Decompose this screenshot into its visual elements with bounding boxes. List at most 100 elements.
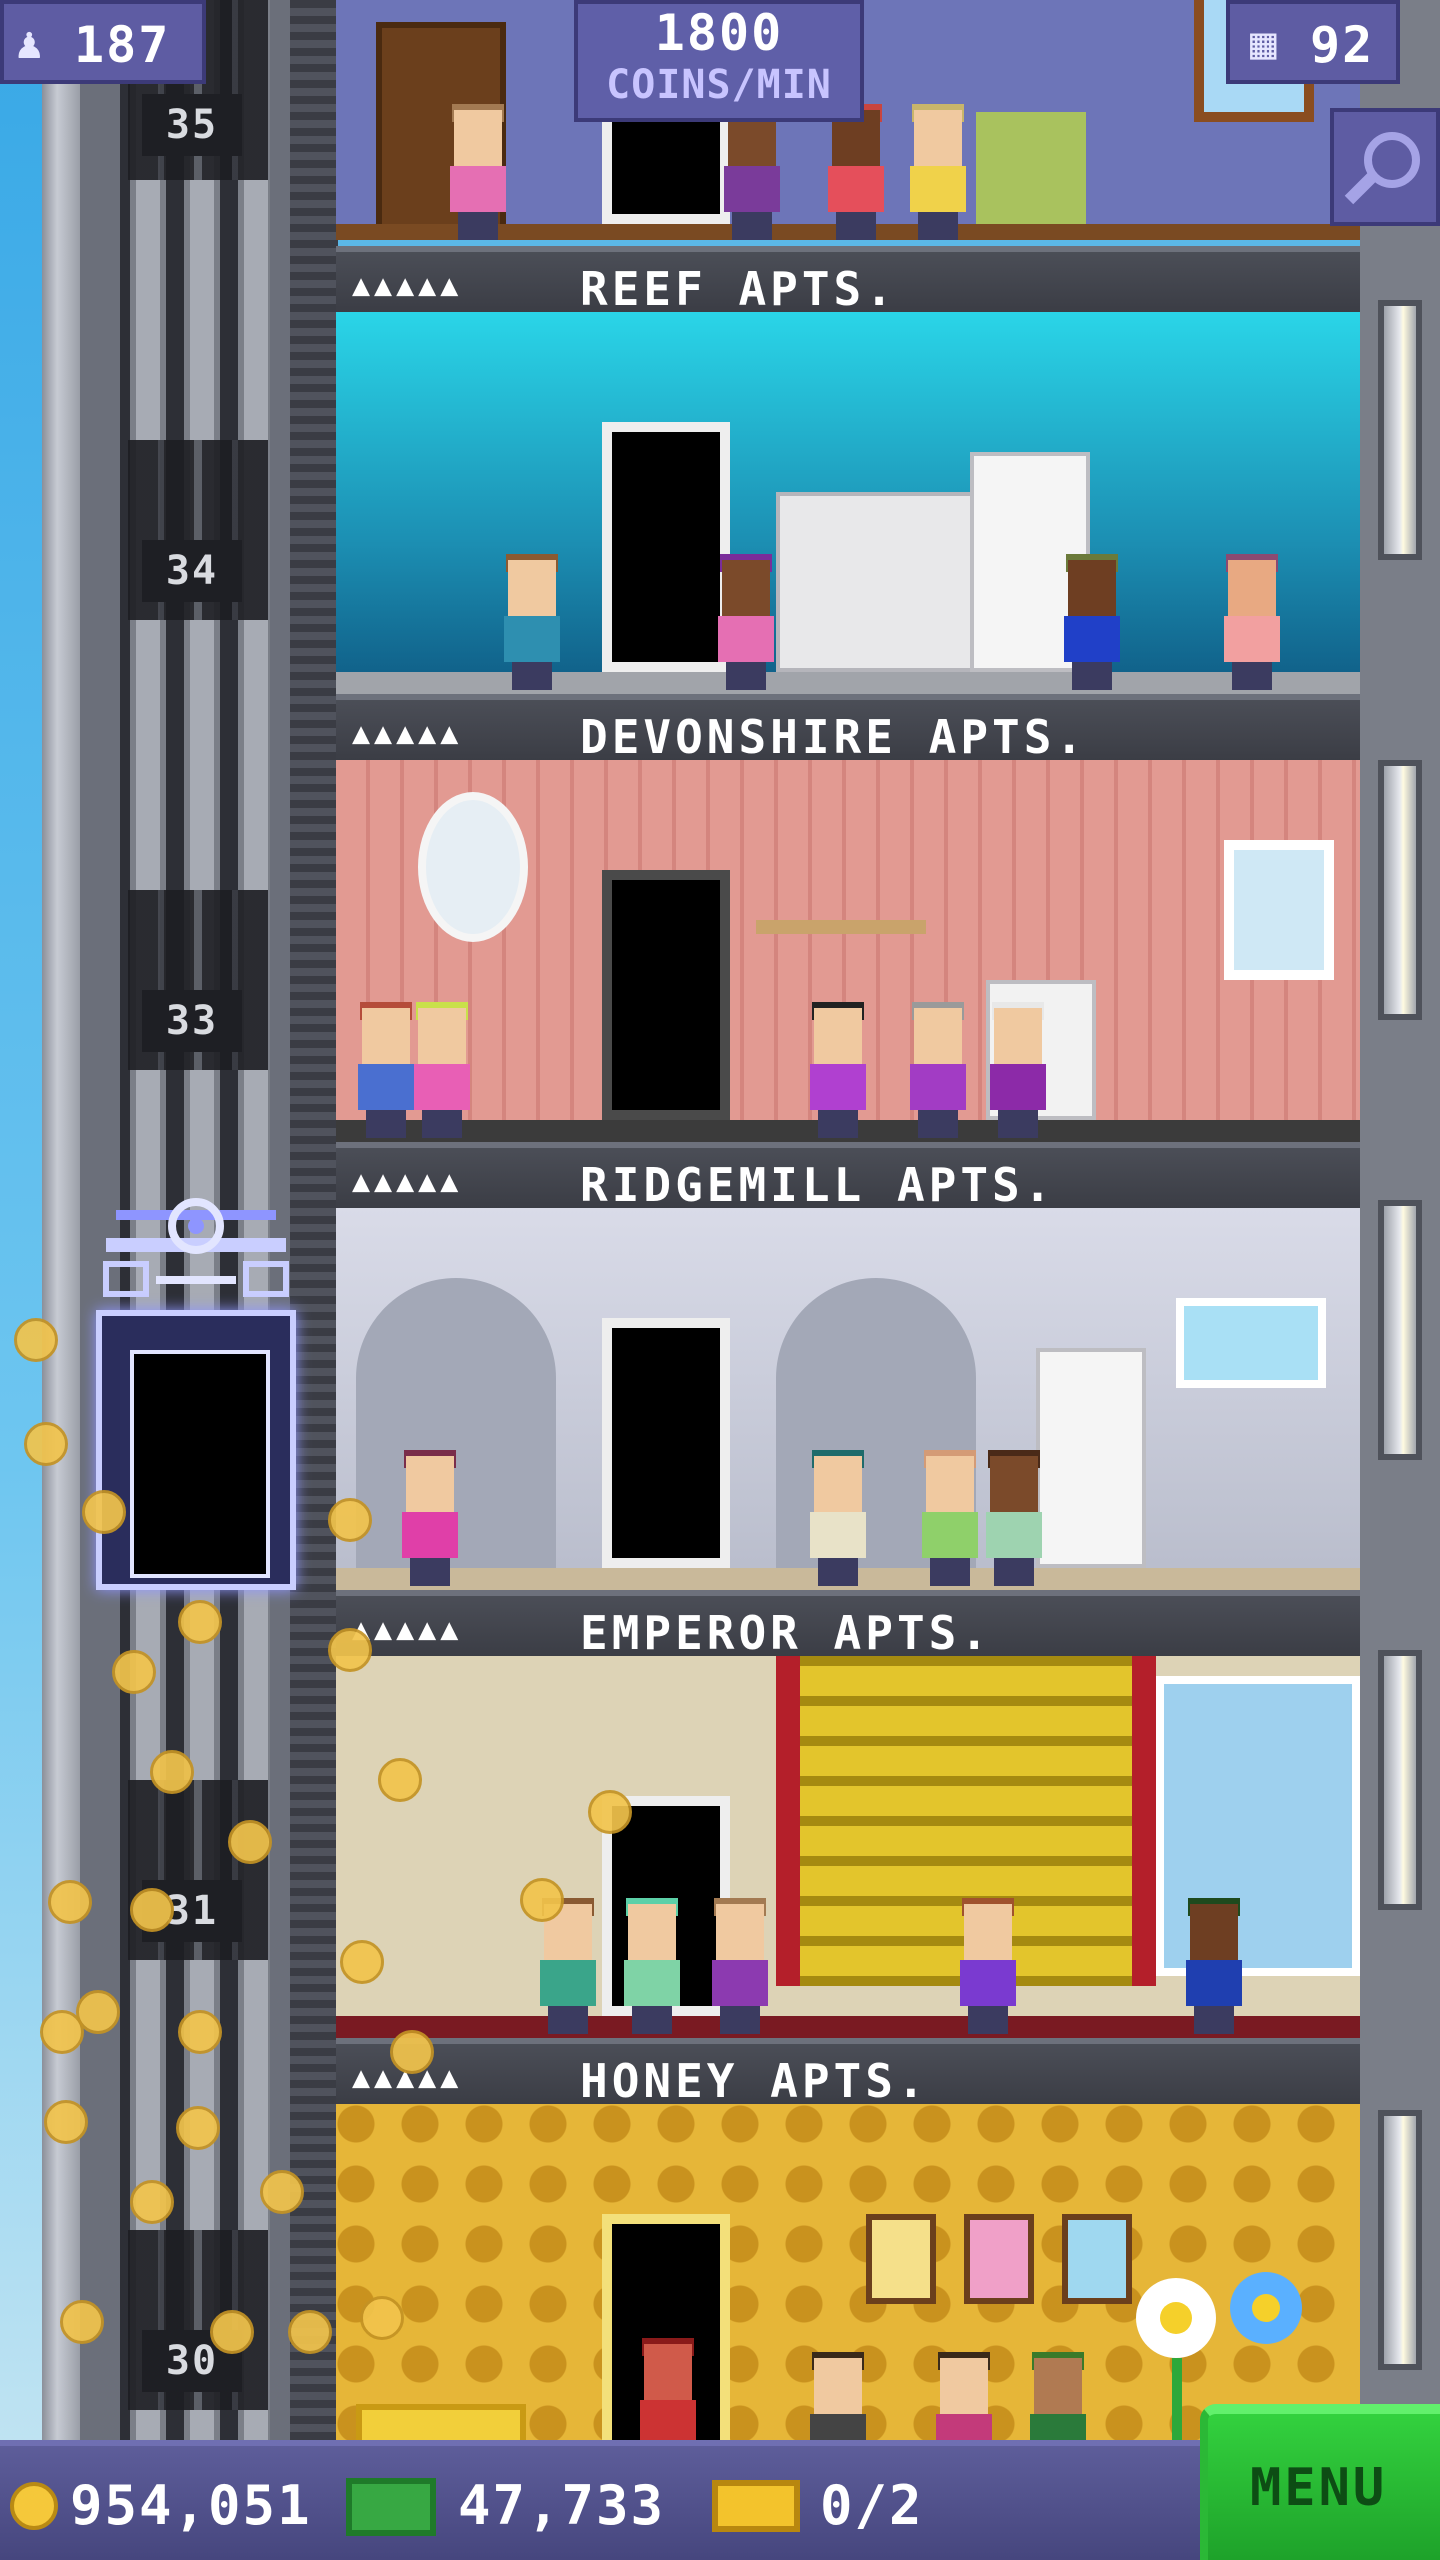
coin-particle	[328, 1628, 372, 1672]
floor-emperor-apts[interactable]: ▲▲▲▲▲ EMPEROR APTS.	[336, 1590, 1360, 2038]
coin-particle	[520, 1878, 564, 1922]
tenant-person[interactable]	[620, 1898, 684, 2034]
floor-ridgemill-apts[interactable]: ▲▲▲▲▲ RIDGEMILL APTS.	[336, 1142, 1360, 1590]
tenant-person[interactable]	[932, 2352, 996, 2440]
floor-count-value: 92	[1310, 16, 1375, 74]
floor-honey-apts[interactable]: ▲▲▲▲▲ HONEY APTS.	[336, 2038, 1360, 2440]
coin-particle	[288, 2310, 332, 2354]
tower-frame-right-stripe	[290, 0, 338, 2440]
coin-particle	[178, 2010, 222, 2054]
tenant-person[interactable]	[398, 1450, 462, 1586]
floor-banner[interactable]: ▲▲▲▲▲ REEF APTS.	[336, 246, 1360, 316]
tower-window	[1378, 1200, 1422, 1460]
coin-particle	[328, 1498, 372, 1542]
tenant-person[interactable]	[536, 1898, 600, 2034]
coin-particle	[82, 1490, 126, 1534]
floor-room[interactable]	[336, 312, 1360, 694]
tower-frame-left-stripe	[42, 0, 80, 2440]
floor-number-label: 34	[142, 540, 242, 602]
coin-balance: 954,051	[70, 2474, 312, 2537]
tenant-person[interactable]	[986, 1002, 1050, 1138]
floor-name: HONEY APTS.	[580, 2054, 929, 2108]
coin-particle	[60, 2300, 104, 2344]
coin-icon	[10, 2482, 58, 2530]
floor-name: EMPEROR APTS.	[580, 1606, 993, 1660]
tenant-person[interactable]	[500, 554, 564, 690]
tenant-person[interactable]	[636, 2338, 700, 2440]
coin-particle	[176, 2106, 220, 2150]
coin-particle	[260, 2170, 304, 2214]
floor-number-label: 35	[142, 94, 242, 156]
room-door	[602, 870, 730, 1120]
tenant-person[interactable]	[906, 104, 970, 240]
coin-particle	[24, 1422, 68, 1466]
tenant-person[interactable]	[720, 104, 784, 240]
coin-particle	[130, 2180, 174, 2224]
floor-banner[interactable]: ▲▲▲▲▲ EMPEROR APTS.	[336, 1590, 1360, 1660]
tenant-person[interactable]	[1026, 2352, 1090, 2440]
floor-banner[interactable]: ▲▲▲▲▲ RIDGEMILL APTS.	[336, 1142, 1360, 1212]
building-icon: ▦	[1250, 18, 1279, 69]
magnifier-icon	[1344, 132, 1420, 205]
tenant-person[interactable]	[354, 1002, 418, 1138]
ticket-icon[interactable]	[712, 2480, 800, 2532]
tenant-person[interactable]	[446, 104, 510, 240]
floor-banner[interactable]: ▲▲▲▲▲ HONEY APTS.	[336, 2038, 1360, 2108]
coin-particle	[378, 1758, 422, 1802]
coin-rate-unit: COINS/MIN	[606, 62, 832, 108]
floor-rating-pips: ▲▲▲▲▲	[352, 268, 463, 303]
floor-name: DEVONSHIRE APTS.	[580, 710, 1088, 764]
tenant-person[interactable]	[1060, 554, 1124, 690]
floor-number-label: 33	[142, 990, 242, 1052]
floor-banner[interactable]: ▲▲▲▲▲ DEVONSHIRE APTS.	[336, 694, 1360, 764]
bux-balance[interactable]: 47,733	[458, 2474, 665, 2537]
floor-devonshire-apts[interactable]: ▲▲▲▲▲ DEVONSHIRE APTS.	[336, 694, 1360, 1142]
menu-button[interactable]: MENU	[1200, 2404, 1440, 2560]
population-counter[interactable]: ♟ 187	[0, 0, 206, 84]
bux-icon[interactable]	[346, 2478, 436, 2536]
floor-rating-pips: ▲▲▲▲▲	[352, 716, 463, 751]
tenant-person[interactable]	[708, 1898, 772, 2034]
coin-particle	[14, 1318, 58, 1362]
tenant-person[interactable]	[956, 1898, 1020, 2034]
coin-particle	[40, 2010, 84, 2054]
tenant-person[interactable]	[824, 104, 888, 240]
coin-particle	[130, 1888, 174, 1932]
coin-particle	[48, 1880, 92, 1924]
coin-particle	[150, 1750, 194, 1794]
coin-particle	[390, 2030, 434, 2074]
floor-rating-pips: ▲▲▲▲▲	[352, 1164, 463, 1199]
room-door	[602, 1318, 730, 1568]
coin-particle	[44, 2100, 88, 2144]
coin-particle	[340, 1940, 384, 1984]
coin-particle	[210, 2310, 254, 2354]
coin-particle	[112, 1650, 156, 1694]
floor-reef-apts[interactable]: ▲▲▲▲▲ REEF APTS.	[336, 246, 1360, 694]
tower-window	[1378, 1650, 1422, 1910]
coin-rate-value: 1800	[654, 4, 784, 62]
menu-button-label: MENU	[1250, 2458, 1388, 2518]
tenant-person[interactable]	[1182, 1898, 1246, 2034]
elevator-ornament-icon	[103, 1198, 289, 1297]
tower-window	[1378, 2110, 1422, 2370]
tenant-person[interactable]	[1220, 554, 1284, 690]
ticket-count[interactable]: 0/2	[820, 2474, 924, 2537]
tenant-person[interactable]	[714, 554, 778, 690]
tenant-person[interactable]	[982, 1450, 1046, 1586]
tenant-person[interactable]	[918, 1450, 982, 1586]
tenant-person[interactable]	[410, 1002, 474, 1138]
tower-window	[1378, 300, 1422, 560]
tenant-person[interactable]	[806, 1002, 870, 1138]
tenant-person[interactable]	[806, 2352, 870, 2440]
coin-particle	[228, 1820, 272, 1864]
floor-name: RIDGEMILL APTS.	[580, 1158, 1056, 1212]
room-door	[602, 422, 730, 672]
population-value: 187	[74, 16, 171, 74]
floor-count-display[interactable]: ▦ 92	[1226, 0, 1400, 84]
elevator-door	[130, 1350, 270, 1578]
tenant-person[interactable]	[806, 1450, 870, 1586]
tenant-person[interactable]	[906, 1002, 970, 1138]
search-button[interactable]	[1330, 108, 1440, 226]
floor-name: REEF APTS.	[580, 262, 897, 316]
elevator-car[interactable]	[96, 1180, 296, 1620]
